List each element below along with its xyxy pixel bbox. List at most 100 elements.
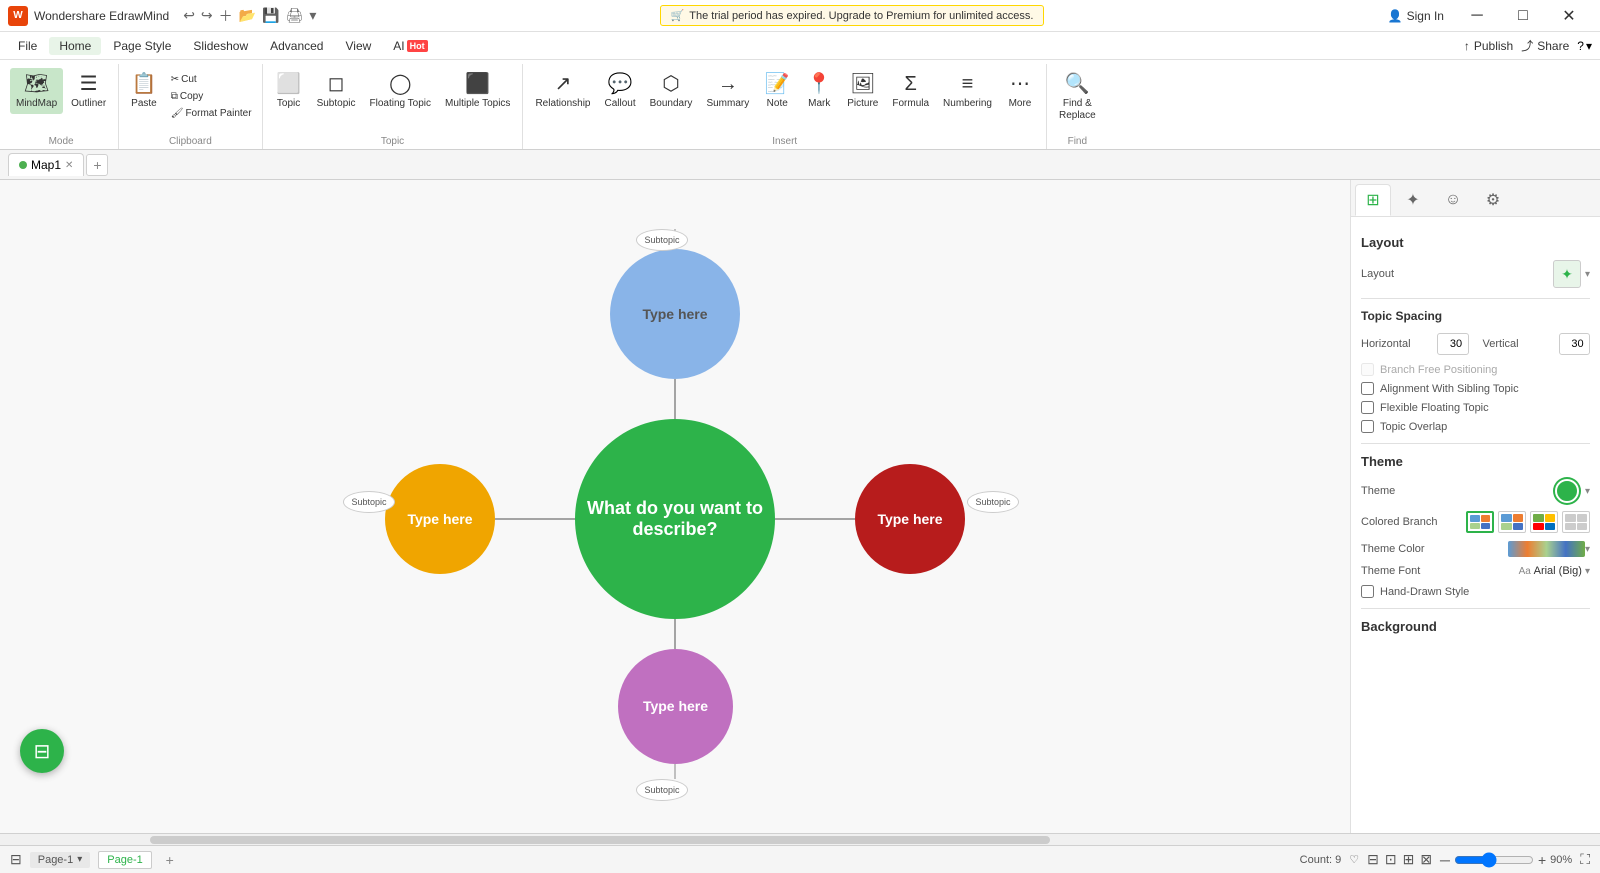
subtopic-right[interactable]: Subtopic <box>967 491 1019 513</box>
page-tab-label[interactable]: Page-1 ▾ <box>30 852 91 868</box>
zoom-in-button[interactable]: + <box>1538 852 1546 868</box>
copy-button[interactable]: ⧉ Copy <box>167 89 256 104</box>
sidebar-toggle-icon[interactable]: ⊟ <box>10 851 22 868</box>
theme-row: Theme ▾ <box>1361 479 1590 503</box>
colored-branch-opt1[interactable] <box>1466 511 1494 533</box>
cut-button[interactable]: ✂ Cut <box>167 72 256 87</box>
layout-dropdown-arrow[interactable]: ▾ <box>1585 269 1590 280</box>
save-icon[interactable]: 💾 <box>262 7 279 24</box>
menu-advanced[interactable]: Advanced <box>260 37 333 55</box>
tab-close-icon[interactable]: ✕ <box>65 160 73 171</box>
hand-drawn-checkbox[interactable] <box>1361 585 1374 598</box>
formula-button[interactable]: Σ Formula <box>886 68 935 114</box>
paste-button[interactable]: 📋 Paste <box>125 68 163 114</box>
subtopic-button[interactable]: ◻ Subtopic <box>311 68 362 114</box>
expand-icon[interactable]: ⛶ <box>1580 851 1590 868</box>
top-node[interactable]: Type here <box>610 249 740 379</box>
view-icon-1[interactable]: ⊟ <box>1367 851 1379 868</box>
outliner-button[interactable]: ☰ Outliner <box>65 68 112 114</box>
topic-overlap-checkbox[interactable] <box>1361 420 1374 433</box>
summary-button[interactable]: → Summary <box>700 68 755 114</box>
right-node[interactable]: Type here <box>855 464 965 574</box>
menu-slideshow[interactable]: Slideshow <box>183 37 258 55</box>
colored-branch-opt3[interactable] <box>1530 511 1558 533</box>
multiple-topics-button[interactable]: ⬛ Multiple Topics <box>439 68 516 114</box>
panel-tab-settings[interactable]: ⚙ <box>1475 184 1511 216</box>
layout-preview[interactable]: ✦ <box>1553 260 1581 288</box>
menu-page-style[interactable]: Page Style <box>103 37 181 55</box>
flexible-checkbox[interactable] <box>1361 401 1374 414</box>
page-add-button[interactable]: + <box>160 850 180 870</box>
left-node[interactable]: Type here <box>385 464 495 574</box>
menu-view[interactable]: View <box>335 37 381 55</box>
alignment-label: Alignment With Sibling Topic <box>1380 383 1519 395</box>
zoom-out-button[interactable]: ─ <box>1440 852 1450 868</box>
redo-icon[interactable]: ↪ <box>201 7 213 24</box>
callout-button[interactable]: 💬 Callout <box>598 68 641 114</box>
scroll-thumb[interactable] <box>150 836 1050 844</box>
panel-tab-style[interactable]: ✦ <box>1395 184 1431 216</box>
vertical-spinbox[interactable]: 30 ▲ ▼ <box>1559 333 1591 355</box>
topic-button[interactable]: ⬜ Topic <box>269 68 309 114</box>
canvas[interactable]: What do you want to describe? Type here … <box>0 180 1350 833</box>
theme-circle[interactable] <box>1555 479 1579 503</box>
colored-branch-opt4[interactable] <box>1562 511 1590 533</box>
colored-branch-opt2[interactable] <box>1498 511 1526 533</box>
zoom-slider[interactable] <box>1454 852 1534 868</box>
trial-banner[interactable]: 🛒 The trial period has expired. Upgrade … <box>660 5 1045 26</box>
subtopic-left[interactable]: Subtopic <box>343 491 395 513</box>
bottom-node[interactable]: Type here <box>618 649 733 764</box>
close-button[interactable]: ✕ <box>1546 0 1592 32</box>
branch-free-checkbox[interactable] <box>1361 363 1374 376</box>
relationship-button[interactable]: ↗ Relationship <box>529 68 596 114</box>
horizontal-spinbox[interactable]: 30 ▲ ▼ <box>1437 333 1469 355</box>
view-icon-3[interactable]: ⊞ <box>1403 851 1415 868</box>
menu-home[interactable]: Home <box>49 37 101 55</box>
open-icon[interactable]: 📂 <box>239 7 256 24</box>
active-page-tab[interactable]: Page-1 <box>98 851 151 869</box>
panel-tab-layout[interactable]: ⊞ <box>1355 184 1391 216</box>
horizontal-input[interactable]: 30 <box>1438 336 1469 352</box>
tab-map1[interactable]: Map1 ✕ <box>8 153 84 176</box>
ribbon: 🗺 MindMap ☰ Outliner Mode 📋 Paste ✂ Cut <box>0 60 1600 150</box>
vertical-input[interactable]: 30 <box>1560 336 1591 352</box>
find-replace-button[interactable]: 🔍 Find &Replace <box>1053 68 1102 126</box>
sign-in-button[interactable]: 👤 AI Sign In <box>1388 9 1444 23</box>
new-icon[interactable]: ＋ <box>219 6 233 26</box>
mindmap-button[interactable]: 🗺 MindMap <box>10 68 63 114</box>
panel-tab-emoji[interactable]: ☺ <box>1435 184 1471 216</box>
theme-color-bar[interactable] <box>1508 541 1585 557</box>
view-icon-2[interactable]: ⊡ <box>1385 851 1397 868</box>
note-button[interactable]: 📝 Note <box>757 68 797 114</box>
alignment-checkbox[interactable] <box>1361 382 1374 395</box>
share-button[interactable]: ⤴ Share <box>1521 37 1569 54</box>
boundary-button[interactable]: ⬡ Boundary <box>644 68 699 114</box>
menu-ai[interactable]: AI Hot <box>383 37 437 55</box>
minimize-button[interactable]: ─ <box>1454 0 1500 32</box>
agent-button[interactable]: ⊟ <box>20 729 64 773</box>
numbering-button[interactable]: ≡ Numbering <box>937 68 998 114</box>
picture-button[interactable]: 🖼 Picture <box>841 68 884 114</box>
tab-add-button[interactable]: + <box>86 154 108 176</box>
subtopic-bottom[interactable]: Subtopic <box>636 779 688 801</box>
more-button[interactable]: ⋯ More <box>1000 68 1040 114</box>
more-options-icon[interactable]: ▾ <box>309 7 316 24</box>
help-button[interactable]: ? ▾ <box>1577 39 1592 53</box>
center-node[interactable]: What do you want to describe? <box>575 419 775 619</box>
subtopic-top[interactable]: Subtopic <box>636 229 688 251</box>
horizontal-scrollbar[interactable] <box>0 833 1600 845</box>
view-icon-4[interactable]: ⊠ <box>1420 851 1432 868</box>
undo-icon[interactable]: ↩ <box>183 7 195 24</box>
hand-drawn-row: Hand-Drawn Style <box>1361 585 1590 598</box>
menu-file[interactable]: File <box>8 37 47 55</box>
theme-color-dropdown[interactable]: ▾ <box>1585 544 1590 555</box>
print-icon[interactable]: 🖨 <box>286 7 304 24</box>
restore-button[interactable]: □ <box>1500 0 1546 32</box>
page-dropdown-arrow[interactable]: ▾ <box>77 854 82 865</box>
theme-dropdown-arrow[interactable]: ▾ <box>1585 486 1590 497</box>
mark-button[interactable]: 📍 Mark <box>799 68 839 114</box>
publish-button[interactable]: ↑ Publish <box>1464 39 1513 53</box>
format-painter-button[interactable]: 🖌 Format Painter <box>167 106 256 121</box>
floating-topic-button[interactable]: ◯ Floating Topic <box>364 68 438 114</box>
theme-font-value[interactable]: Aa Arial (Big) ▾ <box>1431 565 1590 577</box>
